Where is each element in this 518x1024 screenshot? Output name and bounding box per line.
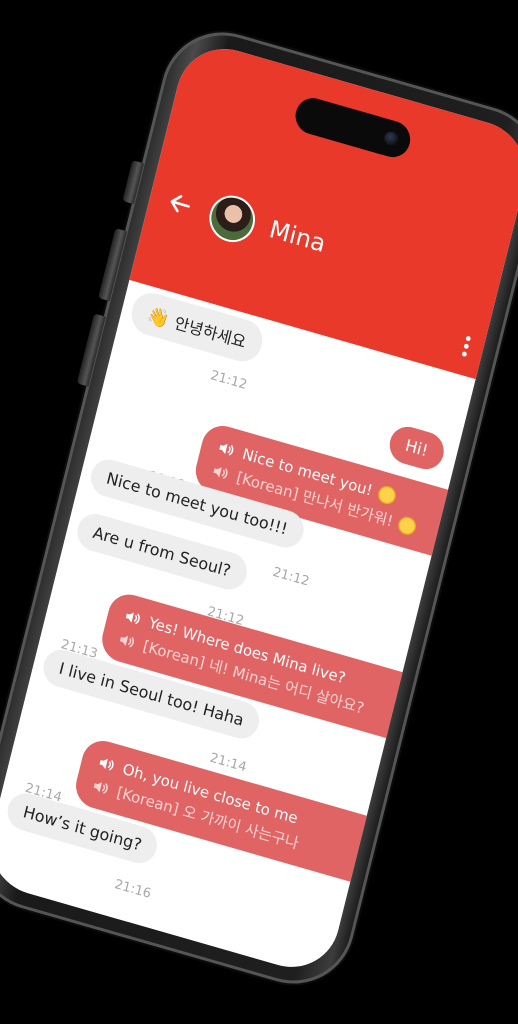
contact-avatar[interactable] (204, 190, 260, 248)
phone-screen: Mina 👋안녕하세요21:12Hi!21:11Nice to meet you… (0, 37, 518, 979)
marketing-stage: Mina 👋안녕하세요21:12Hi!21:11Nice to meet you… (0, 0, 518, 1024)
grinning-face-icon (396, 514, 419, 538)
grinning-face-icon (375, 483, 398, 507)
speaker-icon[interactable] (90, 776, 112, 798)
translated-message-bubble[interactable]: Yes! Where does Mina live? [Korean] 네! Mi… (97, 589, 434, 747)
waving-hand-icon: 👋 (144, 304, 172, 332)
outgoing-message: Yes! Where does Mina live? [Korean] 네! Mi… (59, 589, 434, 747)
arrow-left-icon (170, 194, 190, 213)
speaker-icon[interactable] (215, 438, 237, 460)
message-list[interactable]: 👋안녕하세요21:12Hi!21:11Nice to meet you![Kor… (0, 282, 479, 979)
speaker-icon[interactable] (96, 753, 118, 775)
speaker-icon[interactable] (116, 630, 138, 652)
message-timestamp: 21:12 (271, 564, 311, 590)
contact-name[interactable]: Mina (267, 215, 329, 258)
message-timestamp: 21:12 (208, 368, 249, 393)
message-bubble[interactable]: Hi! (385, 422, 448, 474)
message-text: Are u from Seoul? (91, 522, 233, 581)
front-camera (382, 129, 400, 148)
outgoing-message: Hi!21:11 (338, 422, 448, 486)
speaker-icon[interactable] (210, 461, 232, 483)
more-menu-button[interactable] (461, 335, 472, 358)
more-vertical-icon (461, 336, 471, 357)
phone-mockup: Mina 👋안녕하세요21:12Hi!21:11Nice to meet you… (0, 17, 518, 999)
message-text: 안녕하세요 (172, 313, 248, 353)
dynamic-island (291, 93, 414, 162)
message-timestamp: 21:16 (112, 877, 153, 902)
message-text: Hi! (403, 435, 430, 461)
back-button[interactable] (164, 188, 200, 225)
speaker-icon[interactable] (122, 606, 144, 628)
